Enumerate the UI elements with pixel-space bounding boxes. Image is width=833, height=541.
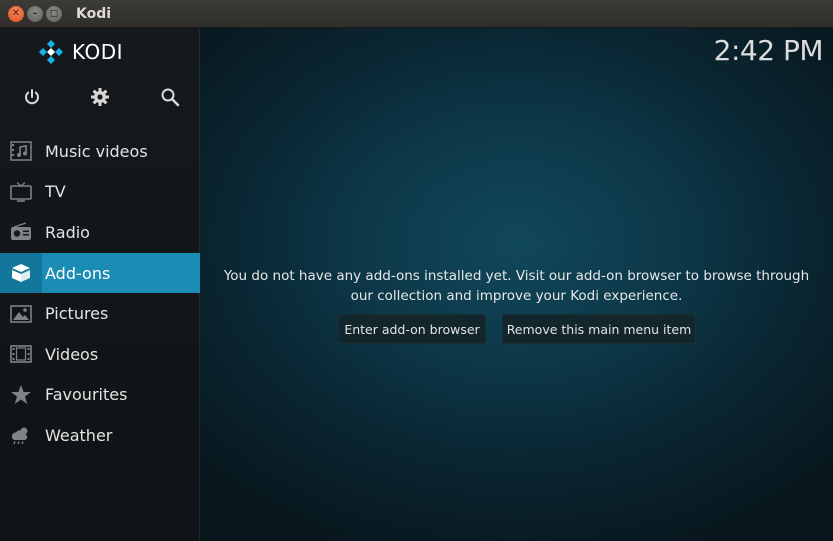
menu-item-label: Add-ons [45, 263, 111, 283]
radio-icon [0, 212, 42, 253]
message-line-1: You do not have any add-ons installed ye… [223, 268, 810, 284]
menu-item-label: Weather [45, 425, 113, 445]
enter-addon-browser-button[interactable]: Enter add-on browser [338, 314, 486, 344]
menu-item-pictures[interactable]: Pictures [0, 293, 200, 334]
sidebar-top-icons [0, 84, 200, 110]
film-icon [0, 334, 42, 375]
music-video-icon [0, 131, 42, 172]
remove-menu-item-button[interactable]: Remove this main menu item [502, 314, 696, 344]
message-line-2: our collection and improve your Kodi exp… [350, 287, 683, 304]
window-close-button[interactable]: ✕ [8, 5, 24, 22]
menu-item-label: Music videos [45, 141, 148, 161]
search-icon[interactable] [157, 84, 183, 110]
weather-icon [0, 415, 42, 456]
tv-icon [0, 172, 42, 213]
action-buttons: Enter add-on browser Remove this main me… [200, 314, 833, 344]
kodi-app: KODI Music videos TV Radio Add-ons Pictu… [0, 28, 833, 541]
kodi-logo-icon [38, 39, 64, 65]
menu-item-radio[interactable]: Radio [0, 212, 200, 253]
window-minimize-button[interactable]: – [27, 5, 43, 22]
kodi-logo: KODI [38, 40, 123, 64]
menu-item-label: TV [45, 182, 66, 202]
menu-item-videos[interactable]: Videos [0, 334, 200, 375]
window-title: Kodi [76, 5, 112, 22]
menu-item-label: Radio [45, 222, 90, 242]
menu-item-label: Videos [45, 344, 99, 364]
star-icon [0, 375, 42, 416]
menu-item-label: Pictures [45, 304, 109, 324]
window-maximize-button[interactable]: ◻ [46, 5, 62, 22]
gear-icon[interactable] [87, 84, 113, 110]
picture-icon [0, 293, 42, 334]
menu-item-tv[interactable]: TV [0, 172, 200, 213]
kodi-logo-text: KODI [72, 40, 124, 64]
clock: 2:42 PM [713, 34, 824, 67]
window-titlebar: ✕ – ◻ Kodi [0, 0, 833, 28]
main-menu: Music videos TV Radio Add-ons Pictures V… [0, 131, 200, 456]
menu-item-music-videos[interactable]: Music videos [0, 131, 200, 172]
menu-item-label: Favourites [45, 385, 128, 405]
power-icon[interactable] [19, 84, 45, 110]
window-controls: ✕ – ◻ [8, 5, 62, 22]
no-addons-message: You do not have any add-ons installed ye… [200, 267, 833, 306]
menu-item-weather[interactable]: Weather [0, 415, 200, 456]
main-content: 2:42 PM You do not have any add-ons inst… [200, 28, 833, 541]
menu-item-addons[interactable]: Add-ons [0, 252, 200, 294]
menu-item-favourites[interactable]: Favourites [0, 375, 200, 416]
sidebar: KODI Music videos TV Radio Add-ons Pictu… [0, 28, 200, 541]
addons-box-icon [0, 252, 42, 294]
